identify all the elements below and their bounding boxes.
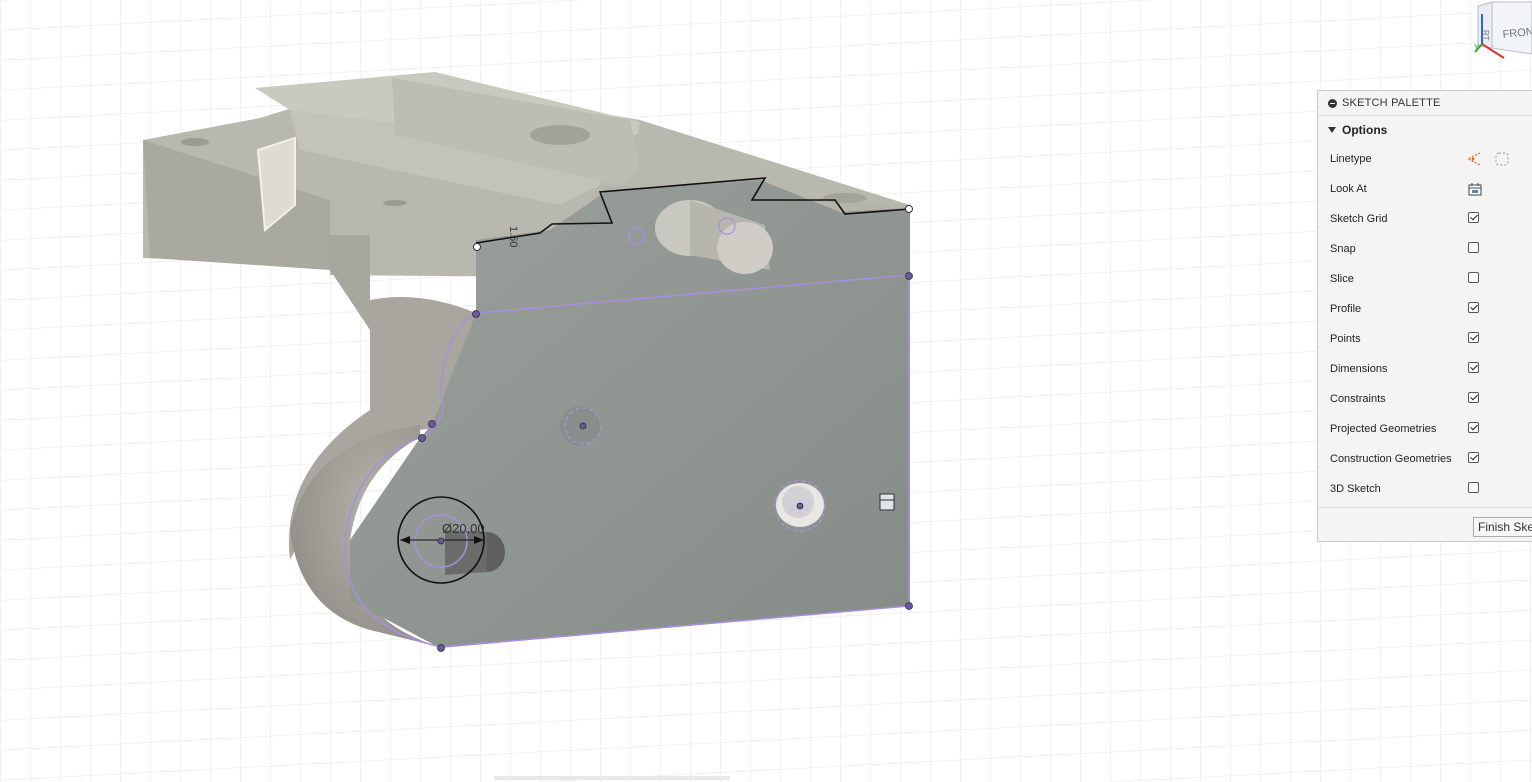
bottom-scrollbar[interactable] xyxy=(494,776,730,780)
slice-checkbox[interactable] xyxy=(1468,272,1479,283)
option-label: Constraints xyxy=(1330,393,1386,405)
sketch-grid-checkbox[interactable] xyxy=(1468,212,1479,223)
option-label: 3D Sketch xyxy=(1330,483,1381,495)
sketch-constraint-icon[interactable] xyxy=(879,493,895,511)
model-viewport[interactable]: Ø20.00 1.50 xyxy=(0,0,1532,782)
collapse-icon[interactable] xyxy=(1328,98,1337,108)
look-at-icon[interactable] xyxy=(1467,181,1483,200)
small-dimension[interactable]: 1.50 xyxy=(507,226,519,247)
viewcube-axis-y: Y xyxy=(1474,43,1480,52)
profile-checkbox[interactable] xyxy=(1468,302,1479,313)
palette-title: SKETCH PALETTE xyxy=(1342,97,1441,109)
option-row-linetype: Linetype xyxy=(1318,144,1532,174)
options-label: Options xyxy=(1342,123,1388,137)
dimensions-checkbox[interactable] xyxy=(1468,362,1479,373)
finish-sketch-button[interactable]: Finish Sketch xyxy=(1473,517,1532,537)
construction-linetype-icon[interactable] xyxy=(1465,151,1483,170)
option-row-3d-sketch: 3D Sketch xyxy=(1318,474,1532,504)
constraints-checkbox[interactable] xyxy=(1468,392,1479,403)
option-label: Construction Geometries xyxy=(1330,453,1452,465)
triangle-down-icon xyxy=(1328,127,1336,133)
option-row-look-at: Look At xyxy=(1318,174,1532,204)
palette-header[interactable]: SKETCH PALETTE xyxy=(1318,91,1532,115)
option-label: Sketch Grid xyxy=(1330,213,1388,225)
palette-footer: Finish Sketch xyxy=(1318,507,1532,544)
snap-checkbox[interactable] xyxy=(1468,242,1479,253)
option-label: Profile xyxy=(1330,303,1362,315)
option-row-projected-geometries: Projected Geometries xyxy=(1318,414,1532,444)
option-row-sketch-grid: Sketch Grid xyxy=(1318,204,1532,234)
construction-geometries-checkbox[interactable] xyxy=(1468,452,1479,463)
option-label: Look At xyxy=(1330,183,1367,195)
option-label: Slice xyxy=(1330,273,1354,285)
diameter-dimension[interactable]: Ø20.00 xyxy=(442,521,485,536)
option-row-slice: Slice xyxy=(1318,264,1532,294)
option-label: Snap xyxy=(1330,243,1356,255)
option-label: Projected Geometries xyxy=(1330,423,1437,435)
centerline-linetype-icon[interactable] xyxy=(1494,151,1510,170)
points-checkbox[interactable] xyxy=(1468,332,1479,343)
option-label: Points xyxy=(1330,333,1361,345)
option-row-snap: Snap xyxy=(1318,234,1532,264)
option-row-points: Points xyxy=(1318,324,1532,354)
sketch-palette: SKETCH PALETTE Options Linetype Look At … xyxy=(1317,90,1532,542)
option-row-dimensions: Dimensions xyxy=(1318,354,1532,384)
option-row-constraints: Constraints xyxy=(1318,384,1532,414)
option-label: Dimensions xyxy=(1330,363,1388,375)
3d-sketch-checkbox[interactable] xyxy=(1468,482,1479,493)
option-row-construction-geometries: Construction Geometries xyxy=(1318,444,1532,474)
option-row-profile: Profile xyxy=(1318,294,1532,324)
viewcube-side-label[interactable]: RT xyxy=(1481,30,1490,41)
option-label: Linetype xyxy=(1330,153,1372,165)
options-section-header[interactable]: Options xyxy=(1318,115,1532,144)
view-cube[interactable]: FRONT RT Y xyxy=(1474,0,1532,62)
projected-geometries-checkbox[interactable] xyxy=(1468,422,1479,433)
